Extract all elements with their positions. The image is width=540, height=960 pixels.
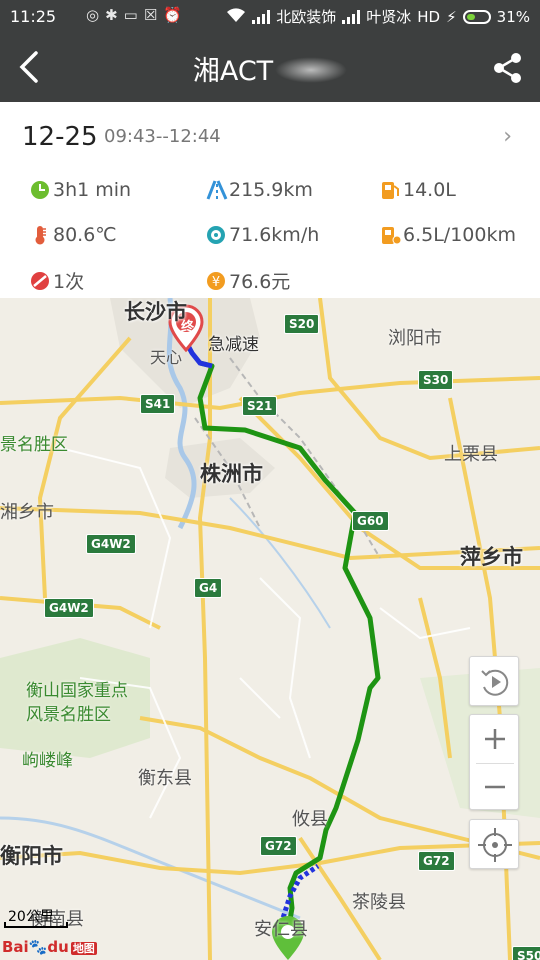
trip-time-range: 09:43--12:44 xyxy=(104,126,221,147)
crosshair-icon xyxy=(478,828,512,862)
clock-icon xyxy=(30,180,50,200)
duration-value: 3h1 min xyxy=(53,179,132,201)
zoom-in-button[interactable] xyxy=(470,715,520,763)
fuel-rate-value: 6.5L/100km xyxy=(403,224,516,246)
battery-icon xyxy=(462,9,491,24)
replay-button[interactable] xyxy=(469,656,519,706)
fuel-rate-icon xyxy=(380,225,402,245)
town-label: 衡东县 xyxy=(138,768,192,789)
scenic-label: 景名胜区 xyxy=(0,435,68,455)
highway-shield: G4W2 xyxy=(86,534,136,554)
fuel-value: 14.0L xyxy=(403,179,456,201)
stat-hard-brake: 1次 xyxy=(30,267,84,294)
city-label: 株洲市 xyxy=(200,462,263,486)
title-bar: 湘ACT xyxy=(0,32,540,102)
cost-value: 76.6元 xyxy=(229,271,291,293)
stat-fuel: 14.0L xyxy=(380,179,456,201)
stat-distance: 215.9km xyxy=(206,179,313,201)
highway-shield: S30 xyxy=(418,370,454,390)
replay-icon xyxy=(481,669,509,696)
city-label: 衡阳市 xyxy=(0,844,63,868)
trip-summary-card[interactable]: 12-25 09:43--12:44 › 3h1 min 215.9km 14.… xyxy=(0,102,540,298)
stat-duration: 3h1 min xyxy=(30,179,131,201)
highway-shield: G4W2 xyxy=(44,598,94,618)
highway-shield: G60 xyxy=(352,511,389,531)
road-icon xyxy=(206,180,228,200)
highway-shield: G72 xyxy=(418,851,455,871)
notification-icons: ◎✱▭☒⏰ xyxy=(86,6,188,24)
share-icon xyxy=(494,53,521,83)
status-bar: 11:25 ◎✱▭☒⏰ 北欧装饰 叶贤冰 HD ⚡ 31% xyxy=(0,0,540,32)
town-label: 上栗县 xyxy=(444,444,498,465)
chevron-right-icon[interactable]: › xyxy=(503,124,512,149)
network-type: HD xyxy=(417,7,441,26)
scenic-label: 衡山国家重点 xyxy=(26,681,128,701)
town-label: 天心 xyxy=(150,348,183,367)
charging-icon: ⚡ xyxy=(446,7,457,26)
scenic-label: 风景名胜区 xyxy=(26,705,111,725)
stat-cost: ¥ 76.6元 xyxy=(206,267,290,294)
hard-brake-event-label: 急减速 xyxy=(208,335,259,355)
distance-value: 215.9km xyxy=(229,179,313,201)
city-label: 长沙市 xyxy=(124,300,187,324)
hard-brake-value: 1次 xyxy=(53,271,85,293)
battery-level: 31% xyxy=(496,7,530,26)
blurred-plate xyxy=(275,57,348,83)
minus-icon xyxy=(485,785,505,789)
temperature-value: 80.6℃ xyxy=(53,224,117,246)
zoom-controls xyxy=(469,714,519,810)
highway-shield: S41 xyxy=(140,394,176,414)
town-label: 湘乡市 xyxy=(0,502,54,523)
town-label: 攸县 xyxy=(292,809,328,830)
signal-icon xyxy=(252,9,271,24)
city-label: 萍乡市 xyxy=(460,545,523,569)
highway-shield: S21 xyxy=(242,396,278,416)
carrier-2: 叶贤冰 xyxy=(366,8,412,26)
thermometer-icon xyxy=(30,225,50,245)
wifi-icon xyxy=(226,7,246,27)
zoom-out-button[interactable] xyxy=(470,763,520,811)
town-label: 茶陵县 xyxy=(352,892,406,913)
yen-icon: ¥ xyxy=(206,271,226,291)
plate-number: 湘ACT xyxy=(192,56,274,87)
highway-shield: S20 xyxy=(284,314,320,334)
stat-temperature: 80.6℃ xyxy=(30,224,117,246)
carrier-1: 北欧装饰 xyxy=(276,8,337,26)
town-label: 安仁县 xyxy=(254,919,308,940)
highway-shield: G4 xyxy=(194,578,223,598)
baidu-map-logo: Bai🐾du 地图 xyxy=(2,938,97,956)
route-map[interactable]: 终 急减速 长沙市 株洲市 萍乡市 衡阳市 浏阳市 上栗县 湘乡市 衡东县 攸县… xyxy=(0,298,540,960)
status-time: 11:25 xyxy=(10,7,57,26)
town-label: 浏阳市 xyxy=(388,328,442,349)
speedometer-icon xyxy=(206,225,226,245)
avg-speed-value: 71.6km/h xyxy=(229,224,320,246)
trip-date: 12-25 xyxy=(22,122,98,152)
prohibited-icon xyxy=(30,271,50,291)
page-title: 湘ACT xyxy=(0,49,540,88)
highway-shield: G72 xyxy=(260,836,297,856)
signal-icon xyxy=(342,9,361,24)
status-right: 北欧装饰 叶贤冰 HD ⚡ 31% xyxy=(226,6,530,27)
stat-fuel-rate: 6.5L/100km xyxy=(380,224,516,246)
paw-icon: 🐾 xyxy=(28,938,48,956)
stat-avg-speed: 71.6km/h xyxy=(206,224,319,246)
map-scale-bar xyxy=(4,922,68,928)
share-button[interactable] xyxy=(492,52,524,84)
svg-text:¥: ¥ xyxy=(212,275,220,290)
scenic-label: 岣嵝峰 xyxy=(22,751,73,771)
plus-icon xyxy=(485,729,505,749)
fuel-pump-icon xyxy=(380,180,400,200)
locate-button[interactable] xyxy=(469,819,519,869)
highway-shield: S50 xyxy=(512,946,540,960)
